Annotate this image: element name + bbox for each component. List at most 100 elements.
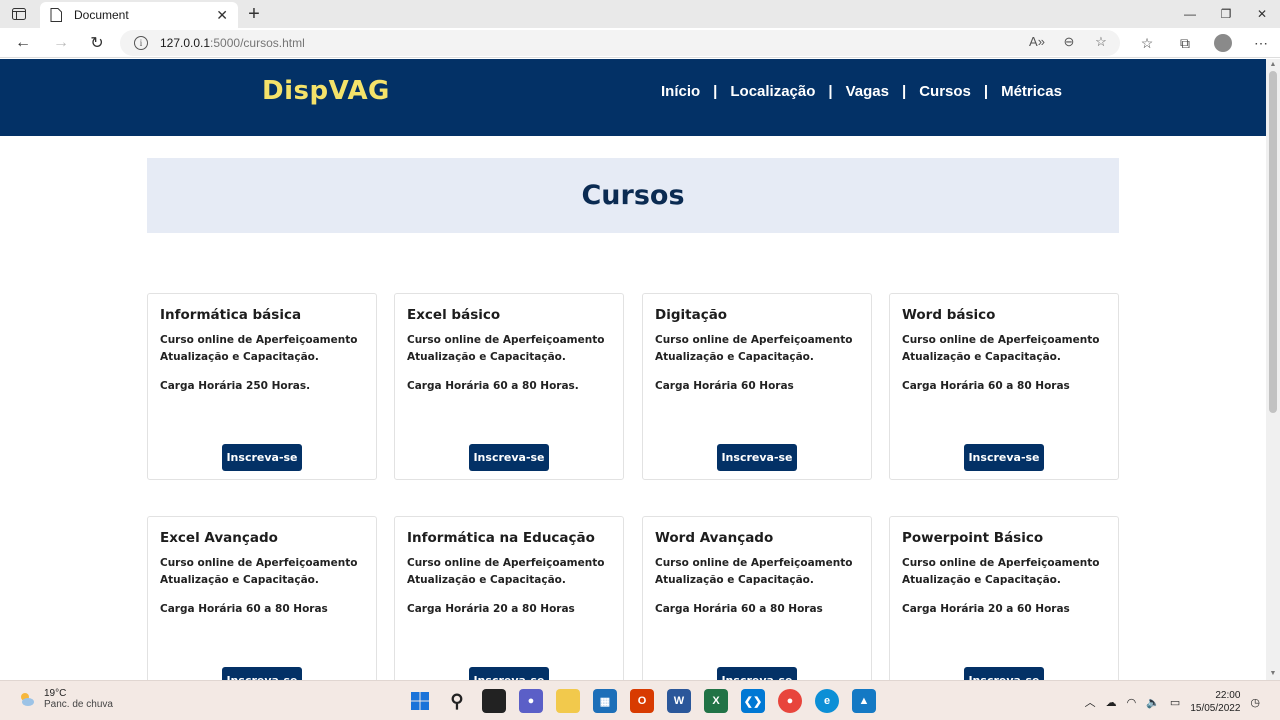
back-icon[interactable]: ← xyxy=(12,32,34,54)
course-card: Digitação Curso online de Aperfeiçoament… xyxy=(642,293,872,480)
wifi-icon[interactable]: ◠ xyxy=(1127,696,1137,709)
clock-date: 15/05/2022 xyxy=(1190,703,1241,714)
course-desc: Curso online de Aperfeiçoamento xyxy=(407,334,605,346)
scrollbar-thumb[interactable] xyxy=(1269,71,1277,413)
browser-tab[interactable]: Document ✕ xyxy=(40,2,238,28)
close-tab-icon[interactable]: ✕ xyxy=(216,7,228,24)
course-title: Word Avançado xyxy=(655,530,774,546)
refresh-icon[interactable]: ↻ xyxy=(86,32,108,54)
enroll-button[interactable]: Inscreva-se xyxy=(222,444,302,471)
url-field[interactable]: i 127.0.0.1:5000/cursos.html A» ⊖ ☆ xyxy=(120,30,1120,56)
maximize-icon[interactable]: ❐ xyxy=(1208,0,1244,28)
course-desc: Atualização e Capacitação. xyxy=(655,574,814,586)
enroll-button[interactable]: Inscreva-se xyxy=(469,444,549,471)
course-card: Word básico Curso online de Aperfeiçoame… xyxy=(889,293,1119,480)
excel-icon[interactable]: X xyxy=(704,689,728,713)
nav-cursos[interactable]: Cursos xyxy=(906,83,984,100)
tab-actions-icon[interactable] xyxy=(8,5,30,23)
course-desc: Curso online de Aperfeiçoamento xyxy=(902,557,1100,569)
course-hours: Carga Horária 60 a 80 Horas xyxy=(655,603,823,615)
document-icon xyxy=(50,8,62,22)
collections-icon[interactable]: ⧉ xyxy=(1166,30,1204,56)
page-viewport: DispVAG Início | Localização | Vagas | Curs… xyxy=(0,59,1266,680)
weather-icon xyxy=(21,693,34,706)
more-icon[interactable]: ⋯ xyxy=(1242,30,1280,56)
course-desc: Atualização e Capacitação. xyxy=(160,574,319,586)
course-card: Word Avançado Curso online de Aperfeiçoa… xyxy=(642,516,872,680)
minimize-icon[interactable]: — xyxy=(1172,0,1208,28)
profile-avatar[interactable] xyxy=(1214,34,1232,52)
course-desc: Atualização e Capacitação. xyxy=(655,351,814,363)
volume-icon[interactable]: 🔈 xyxy=(1146,696,1160,709)
course-hours: Carga Horária 60 a 80 Horas. xyxy=(407,380,579,392)
clock-time: 22:00 xyxy=(1215,690,1241,701)
course-hours: Carga Horária 20 a 60 Horas xyxy=(902,603,1070,615)
page-scrollbar[interactable]: ▲ ▼ xyxy=(1266,59,1280,680)
enroll-button[interactable]: Inscreva-se xyxy=(964,444,1044,471)
course-card: Informática na Educação Curso online de … xyxy=(394,516,624,680)
office-icon[interactable]: O xyxy=(630,689,654,713)
url-path: :5000/cursos.html xyxy=(210,36,305,50)
file-explorer-icon[interactable] xyxy=(556,689,580,713)
search-icon[interactable]: ⚲ xyxy=(445,689,469,713)
url-host: 127.0.0.1 xyxy=(160,36,211,50)
site-logo[interactable]: DispVAG xyxy=(262,76,390,106)
weather-temperature: 19°C xyxy=(44,688,67,699)
edge-icon[interactable]: e xyxy=(815,689,839,713)
page-banner: Cursos xyxy=(147,158,1119,233)
task-view-icon[interactable] xyxy=(482,689,506,713)
nav-inicio[interactable]: Início xyxy=(648,83,713,100)
scroll-down-icon[interactable]: ▼ xyxy=(1266,668,1280,680)
enroll-button[interactable]: Inscreva-se xyxy=(964,667,1044,680)
clock[interactable]: 22:00 15/05/2022 xyxy=(1190,689,1240,715)
scroll-up-icon[interactable]: ▲ xyxy=(1266,59,1280,71)
store-icon[interactable]: ▦ xyxy=(593,689,617,713)
nav-metricas[interactable]: Métricas xyxy=(988,83,1075,100)
word-icon[interactable]: W xyxy=(667,689,691,713)
nav-vagas[interactable]: Vagas xyxy=(833,83,902,100)
battery-icon[interactable]: ▭ xyxy=(1170,696,1180,709)
course-title: Excel Avançado xyxy=(160,530,278,546)
chevron-up-icon[interactable]: ︿ xyxy=(1085,694,1096,710)
taskbar: 19°C Panc. de chuva ⚲ ● ▦ O W X ❮❯ ● e ▲… xyxy=(0,680,1280,720)
course-title: Digitação xyxy=(655,307,728,323)
close-window-icon[interactable]: ✕ xyxy=(1244,0,1280,28)
course-desc: Atualização e Capacitação. xyxy=(902,351,1061,363)
weather-widget[interactable]: 19°C Panc. de chuva xyxy=(16,688,113,710)
course-desc: Curso online de Aperfeiçoamento xyxy=(902,334,1100,346)
notification-icon[interactable]: ◷ xyxy=(1250,696,1260,709)
course-desc: Atualização e Capacitação. xyxy=(902,574,1061,586)
course-hours: Carga Horária 60 Horas xyxy=(655,380,794,392)
site-nav: Início | Localização | Vagas | Cursos | Métr… xyxy=(648,83,1075,100)
windows-start-icon[interactable] xyxy=(408,689,432,713)
page-title: Cursos xyxy=(581,180,685,211)
nav-localizacao[interactable]: Localização xyxy=(717,83,828,100)
info-icon[interactable]: i xyxy=(134,36,148,50)
enroll-button[interactable]: Inscreva-se xyxy=(717,444,797,471)
course-desc: Atualização e Capacitação. xyxy=(407,351,566,363)
course-title: Powerpoint Básico xyxy=(902,530,1044,546)
onedrive-icon[interactable]: ☁ xyxy=(1106,696,1117,709)
enroll-button[interactable]: Inscreva-se xyxy=(469,667,549,680)
favorite-add-icon[interactable]: ☆ xyxy=(1092,34,1110,50)
vscode-icon[interactable]: ❮❯ xyxy=(741,689,765,713)
forward-icon[interactable]: → xyxy=(50,32,72,54)
teams-chat-icon[interactable]: ● xyxy=(519,689,543,713)
weather-description: Panc. de chuva xyxy=(44,699,113,710)
enroll-button[interactable]: Inscreva-se xyxy=(717,667,797,680)
course-title: Informática na Educação xyxy=(407,530,595,546)
course-hours: Carga Horária 60 a 80 Horas xyxy=(160,603,328,615)
new-tab-icon[interactable]: + xyxy=(244,2,264,26)
system-tray: ︿ ☁ ◠ 🔈 ▭ 22:00 15/05/2022 ◷ xyxy=(1085,689,1260,715)
chrome-icon[interactable]: ● xyxy=(778,689,802,713)
course-desc: Curso online de Aperfeiçoamento xyxy=(160,334,358,346)
site-header: DispVAG Início | Localização | Vagas | Curs… xyxy=(0,59,1266,136)
read-aloud-icon[interactable]: A» xyxy=(1028,34,1046,50)
photos-icon[interactable]: ▲ xyxy=(852,689,876,713)
zoom-icon[interactable]: ⊖ xyxy=(1060,34,1078,50)
favorites-icon[interactable]: ☆ xyxy=(1128,30,1166,56)
enroll-button[interactable]: Inscreva-se xyxy=(222,667,302,680)
course-card: Excel básico Curso online de Aperfeiçoam… xyxy=(394,293,624,480)
course-title: Informática básica xyxy=(160,307,302,323)
course-desc: Curso online de Aperfeiçoamento xyxy=(655,334,853,346)
